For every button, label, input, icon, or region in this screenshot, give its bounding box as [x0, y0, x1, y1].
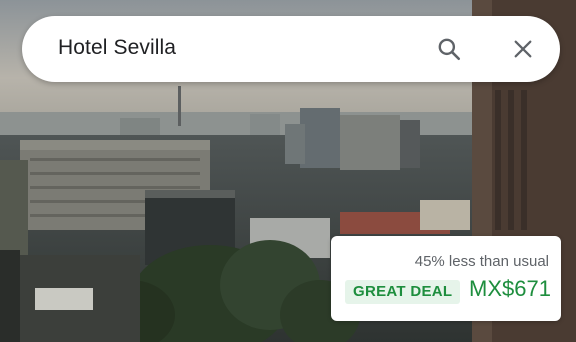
price-card[interactable]: 45% less than usual GREAT DEAL MX$671	[331, 236, 561, 321]
search-button[interactable]	[432, 32, 466, 66]
price-comparison-text: 45% less than usual	[414, 253, 549, 270]
search-icon	[438, 38, 461, 61]
price-value: MX$671	[469, 276, 551, 301]
search-bar[interactable]: Hotel Sevilla	[22, 16, 560, 82]
great-deal-badge: GREAT DEAL	[345, 280, 461, 304]
hotel-photo-screen: Hotel Sevilla 45% less than usual GREAT …	[0, 0, 576, 342]
search-query-text[interactable]: Hotel Sevilla	[58, 36, 176, 60]
close-button[interactable]	[506, 32, 540, 66]
close-icon	[514, 40, 532, 58]
